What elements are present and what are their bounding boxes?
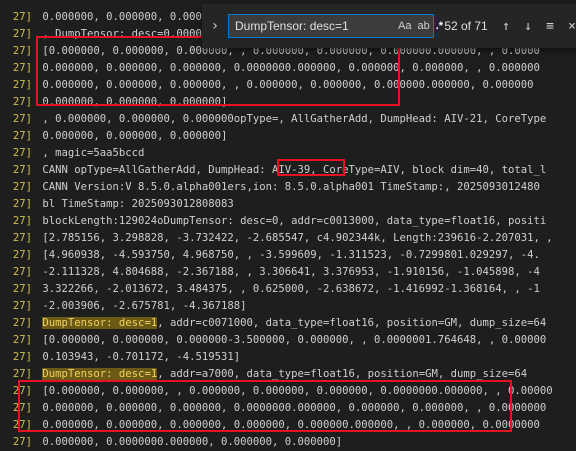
find-in-selection-icon[interactable]: ≡ [542,19,558,34]
code-editor[interactable]: g 27] 0.000000, 0.000000, 0.00000027] , … [0,0,576,448]
line-text: CANN opType=AllGatherAdd, DumpHead: AIV-… [36,164,547,176]
line-text: , DumpTensor: desc=0.000000 [36,28,215,40]
find-input-box[interactable]: Aa ab .* [228,14,443,38]
line-text: [0.000000, 0.000000, , 0.000000, 0.00000… [36,385,553,397]
line-text: , magic=5aa5bccd [36,147,145,159]
line-number: 27] [12,419,32,431]
line-text: 0.103943, -0.701172, -4.519531] [36,351,241,363]
editor-line: 27] [0.000000, 0.000000, 0.000000-3.5000… [0,332,576,349]
line-number: 27] [12,368,32,380]
match-count: 52 of 71 [444,19,488,33]
line-text: 0.000000, 0.0000000.000000, 0.000000, 0.… [36,436,343,448]
line-text: 0.000000, 0.000000, 0.000000 [36,11,221,23]
close-icon[interactable]: × [564,19,576,34]
editor-line: 27] , 0.000000, 0.000000, 0.000000opType… [0,111,576,128]
editor-line: 27] -2.111328, 4.804688, -2.367188, , 3.… [0,264,576,281]
line-text: 0.000000, 0.000000, 0.000000, 0.0000000.… [36,402,547,414]
line-text: DumpTensor: desc=1, addr=a7000, data_typ… [42,368,528,380]
previous-match-icon[interactable]: ↑ [498,19,514,34]
line-number: 27] [12,113,32,125]
editor-line: 27] 0.000000, 0.000000, 0.000000, 0.0000… [0,417,576,434]
line-number: 27] [12,351,32,363]
line-number: 27] [12,62,32,74]
line-text: 0.000000, 0.000000, 0.000000] [36,130,228,142]
next-match-icon[interactable]: ↓ [520,19,536,34]
line-number: 27] [12,11,32,23]
line-number: 27] [12,45,32,57]
editor-line: 27] 0.103943, -0.701172, -4.519531] [0,349,576,366]
line-number: 27] [12,249,32,261]
line-number: 27] [12,215,32,227]
line-text: -2.003906, -2.675781, -4.367188] [36,300,247,312]
line-number: 27] [12,266,32,278]
editor-line: 27] 0.000000, 0.000000, 0.000000, , 0.00… [0,77,576,94]
line-number: 27] [12,385,32,397]
editor-line: 27] blockLength:129024oDumpTensor: desc=… [0,213,576,230]
line-number: 27] [12,147,32,159]
editor-line: 27] 0.000000, 0.000000, 0.000000] [0,94,576,111]
line-text: , 0.000000, 0.000000, 0.000000opType=, A… [36,113,547,125]
line-text: -2.111328, 4.804688, -2.367188, , 3.3066… [36,266,540,278]
find-widget: › Aa ab .* 52 of 71 ↑ ↓ ≡ × [202,4,576,48]
editor-line: 27] 0.000000, 0.000000, 0.000000, 0.0000… [0,60,576,77]
line-number: 27] [12,300,32,312]
editor-line: 27] , magic=5aa5bccd [0,145,576,162]
line-number: 27] [12,96,32,108]
line-number: 27] [12,198,32,210]
editor-line: 27] DumpTensor: desc=1, addr=a7000, data… [0,366,576,383]
match-whole-word-toggle[interactable]: ab [417,20,429,32]
line-number: 27] [12,334,32,346]
editor-line: 27] [4.960938, -4.593750, 4.968750, , -3… [0,247,576,264]
editor-line: 27] -2.003906, -2.675781, -4.367188] [0,298,576,315]
editor-line: 27] 0.000000, 0.0000000.000000, 0.000000… [0,434,576,451]
line-text: 0.000000, 0.000000, 0.000000, 0.0000000.… [36,62,540,74]
line-number: 27] [12,283,32,295]
line-number: 27] [12,436,32,448]
line-text: [2.785156, 3.298828, -3.732422, -2.68554… [36,232,553,244]
line-text: DumpTensor: desc=1, addr=c0071000, data_… [42,317,547,329]
line-number: 27] [12,317,32,329]
line-number: 27] [12,181,32,193]
match-case-toggle[interactable]: Aa [398,20,411,32]
editor-line: 27] 3.322266, -2.013672, 3.484375, , 0.6… [0,281,576,298]
line-text: 0.000000, 0.000000, 0.000000, , 0.000000… [36,79,534,91]
line-number: 27] [12,232,32,244]
editor-line: 27] 0.000000, 0.000000, 0.000000, 0.0000… [0,400,576,417]
editor-line: 27] CANN opType=AllGatherAdd, DumpHead: … [0,162,576,179]
line-text: 3.322266, -2.013672, 3.484375, , 0.62500… [36,283,540,295]
line-text: 0.000000, 0.000000, 0.000000] [36,96,228,108]
editor-line: 27] 0.000000, 0.000000, 0.000000] [0,128,576,145]
line-number: 27] [12,130,32,142]
find-input[interactable] [233,18,392,34]
line-text: 0.000000, 0.000000, 0.000000, 0.000000, … [36,419,540,431]
line-text: [4.960938, -4.593750, 4.968750, , -3.599… [36,249,540,261]
line-number: 27] [12,28,32,40]
line-number: 27] [12,164,32,176]
find-match-highlight: DumpTensor: desc=1 [42,368,158,380]
line-text: blockLength:129024oDumpTensor: desc=0, a… [36,215,547,227]
editor-line: 27] [0.000000, 0.000000, , 0.000000, 0.0… [0,383,576,400]
line-number: 27] [12,79,32,91]
line-text: bl TimeStamp: 2025093012808083 [36,198,234,210]
editor-line: 27] CANN Version:V 8.5.0.alpha001ers,ion… [0,179,576,196]
line-text: CANN Version:V 8.5.0.alpha001ers,ion: 8.… [36,181,540,193]
line-number: 27] [12,402,32,414]
editor-line: 27] bl TimeStamp: 2025093012808083 [0,196,576,213]
find-match-highlight: DumpTensor: desc=1 [42,317,158,329]
editor-line: 27] DumpTensor: desc=1, addr=c0071000, d… [0,315,576,332]
chevron-right-icon[interactable]: › [208,18,222,34]
editor-line: 27] [2.785156, 3.298828, -3.732422, -2.6… [0,230,576,247]
line-text: [0.000000, 0.000000, 0.000000-3.500000, … [36,334,547,346]
